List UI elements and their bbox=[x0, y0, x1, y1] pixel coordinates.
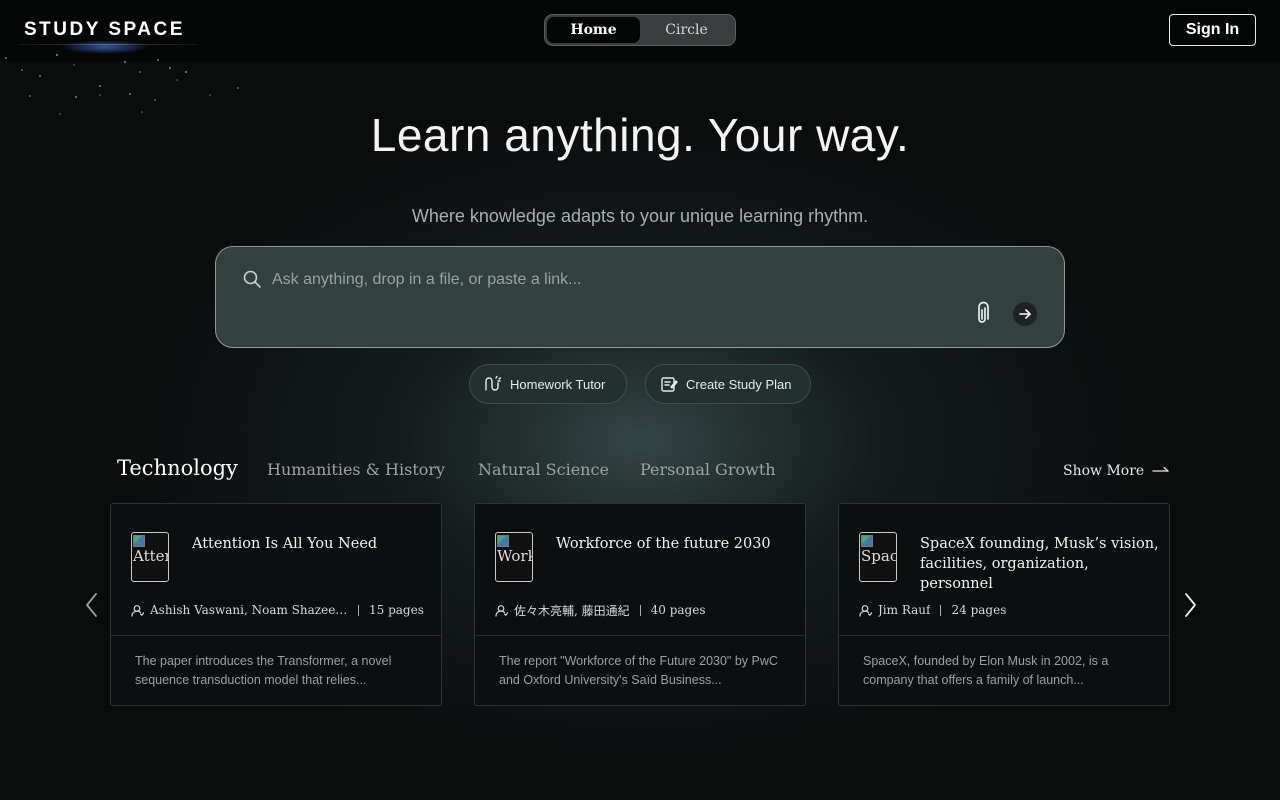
thumbnail-alt-text: Atten bbox=[133, 547, 168, 565]
document-card[interactable]: Workf Workforce of the future 2030 佐々木亮輔… bbox=[474, 503, 806, 706]
tab-natural-science[interactable]: Natural Science bbox=[478, 460, 609, 479]
homework-tutor-button[interactable]: Homework Tutor bbox=[469, 364, 627, 404]
submit-button[interactable] bbox=[1013, 302, 1037, 326]
card-title: Workforce of the future 2030 bbox=[556, 536, 771, 552]
tab-humanities-history[interactable]: Humanities & History bbox=[267, 460, 445, 479]
card-description: SpaceX, founded by Elon Musk in 2002, is… bbox=[863, 654, 1109, 687]
document-card[interactable]: Space SpaceX founding, Musk’s vision, fa… bbox=[838, 503, 1170, 706]
study-plan-icon bbox=[661, 377, 678, 392]
card-pages: 24 pages bbox=[951, 603, 1007, 617]
tutor-icon bbox=[485, 375, 502, 391]
meta-divider bbox=[639, 604, 641, 616]
chevron-right-icon[interactable] bbox=[1182, 592, 1198, 618]
card-divider bbox=[475, 635, 805, 636]
card-meta: Ashish Vaswani, Noam Shazeer, ... 15 pag… bbox=[131, 602, 424, 618]
hero-title: Learn anything. Your way. bbox=[370, 109, 910, 161]
hero-subtitle: Where knowledge adapts to your unique le… bbox=[411, 206, 869, 226]
user-icon bbox=[859, 604, 872, 617]
document-card[interactable]: Atten Attention Is All You Need Ashish V… bbox=[110, 503, 442, 706]
search-box[interactable] bbox=[215, 246, 1065, 348]
brand-logo[interactable]: STUDY SPACE bbox=[24, 19, 185, 41]
nav-tab-home[interactable]: Home bbox=[547, 17, 640, 43]
search-input[interactable] bbox=[272, 267, 1012, 293]
create-study-plan-button[interactable]: Create Study Plan bbox=[645, 364, 811, 404]
card-divider bbox=[839, 635, 1169, 636]
show-more-link[interactable]: Show More bbox=[1063, 463, 1170, 479]
card-pages: 15 pages bbox=[369, 603, 424, 617]
thumbnail-alt-text: Space bbox=[861, 547, 896, 565]
card-title: Attention Is All You Need bbox=[192, 536, 378, 552]
arrow-right-icon bbox=[1152, 466, 1169, 472]
brand-glow bbox=[60, 40, 150, 54]
sign-in-button[interactable]: Sign In bbox=[1169, 14, 1256, 46]
card-title: SpaceX founding, Musk’s vision, faciliti… bbox=[920, 536, 1159, 592]
thumbnail-alt-text: Workf bbox=[497, 547, 532, 565]
tab-personal-growth[interactable]: Personal Growth bbox=[640, 460, 776, 479]
card-description: The paper introduces the Transformer, a … bbox=[135, 654, 392, 687]
nav-tab-circle[interactable]: Circle bbox=[640, 17, 733, 43]
chevron-left-icon[interactable] bbox=[84, 592, 100, 618]
card-thumbnail: Atten bbox=[131, 532, 169, 582]
arrow-right-icon bbox=[1019, 309, 1031, 319]
nav-toggle: Home Circle bbox=[544, 14, 736, 46]
card-divider bbox=[111, 635, 441, 636]
card-authors: Jim Rauf bbox=[878, 603, 931, 617]
category-tabs: Technology Humanities & History Natural … bbox=[117, 452, 1177, 488]
paperclip-icon[interactable] bbox=[970, 301, 994, 327]
card-meta: 佐々木亮輔, 藤田通紀 40 pages bbox=[495, 602, 706, 618]
homework-tutor-label: Homework Tutor bbox=[510, 376, 606, 392]
card-meta: Jim Rauf 24 pages bbox=[859, 602, 1006, 618]
card-pages: 40 pages bbox=[650, 603, 706, 617]
card-description: The report "Workforce of the Future 2030… bbox=[499, 654, 778, 687]
card-authors: 佐々木亮輔, 藤田通紀 bbox=[514, 603, 630, 618]
card-thumbnail: Workf bbox=[495, 532, 533, 582]
search-icon bbox=[243, 270, 261, 288]
brand-underline bbox=[18, 44, 198, 45]
card-thumbnail: Space bbox=[859, 532, 897, 582]
user-icon bbox=[495, 604, 508, 617]
card-authors: Ashish Vaswani, Noam Shazeer, ... bbox=[150, 603, 348, 617]
user-icon bbox=[131, 604, 144, 617]
meta-divider bbox=[358, 604, 359, 616]
meta-divider bbox=[940, 604, 942, 616]
create-study-plan-label: Create Study Plan bbox=[686, 376, 792, 392]
show-more-label: Show More bbox=[1063, 463, 1145, 479]
tab-technology[interactable]: Technology bbox=[117, 456, 238, 480]
